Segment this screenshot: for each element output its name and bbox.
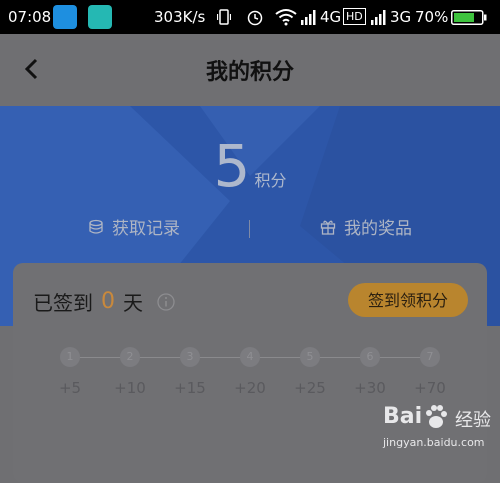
signin-status: 已签到 0 天: [33, 287, 175, 316]
alarm-clock-icon: [247, 10, 263, 26]
signin-prefix: 已签到: [33, 291, 93, 315]
signin-steps: 1 +5 2 +10 3 +15 4 +20 5 +25 6 +30 7 +70: [13, 347, 487, 407]
watermark-logo-text: Bai: [383, 404, 423, 429]
step-item: 5 +25: [290, 347, 330, 397]
alarm-app-icon: [53, 5, 77, 29]
step-day: 2: [120, 347, 140, 367]
page-title: 我的积分: [205, 60, 294, 85]
step-reward: +30: [354, 379, 386, 397]
coins-icon: [89, 219, 103, 234]
step-item: 3 +15: [170, 347, 210, 397]
step-reward: +20: [234, 379, 266, 397]
network-type-3g: 3G: [390, 8, 412, 26]
step-item: 2 +10: [110, 347, 150, 397]
signal-icon: [371, 10, 386, 25]
scan-app-icon: [88, 5, 112, 29]
wifi-icon: [275, 9, 297, 26]
step-reward: +10: [114, 379, 146, 397]
watermark-sub-text: 经验: [455, 410, 491, 431]
signin-suffix: 天: [123, 291, 143, 315]
record-link-label: 获取记录: [112, 219, 180, 239]
vibrate-icon: [217, 9, 231, 25]
step-reward: +70: [414, 379, 446, 397]
step-item: 6 +30: [350, 347, 390, 397]
signin-days: 0: [101, 289, 115, 314]
prize-link[interactable]: 我的奖品: [320, 214, 412, 239]
baidu-watermark: Bai 经验 jingyan.baidu.com: [383, 404, 493, 456]
battery-percent: 70%: [415, 8, 449, 26]
step-item: 1 +5: [50, 347, 90, 397]
battery-icon: [451, 10, 487, 25]
step-day: 1: [60, 347, 80, 367]
links-divider: [249, 220, 250, 238]
step-reward: +5: [58, 379, 82, 397]
points-value: 5: [213, 132, 251, 200]
step-reward: +25: [294, 379, 326, 397]
paw-icon: [426, 405, 447, 428]
step-reward: +15: [174, 379, 206, 397]
step-day: 5: [300, 347, 320, 367]
network-speed: 303K/s: [154, 8, 206, 26]
hd-badge: HD: [343, 8, 366, 25]
step-item: 4 +20: [230, 347, 270, 397]
points-display: 5 积分: [0, 134, 500, 213]
step-item: 7 +70: [410, 347, 450, 397]
info-icon[interactable]: [157, 292, 175, 311]
watermark-url: jingyan.baidu.com: [383, 436, 485, 449]
points-unit: 积分: [254, 171, 287, 190]
nav-bar: 我的积分: [0, 34, 500, 104]
prize-link-label: 我的奖品: [344, 219, 412, 239]
step-day: 6: [360, 347, 380, 367]
step-day: 3: [180, 347, 200, 367]
status-bar: 07:08 303K/s 4G HD 3G 70%: [0, 0, 500, 34]
record-link[interactable]: 获取记录: [88, 214, 180, 239]
gift-icon: [320, 220, 336, 235]
status-time: 07:08: [8, 8, 52, 26]
signin-button[interactable]: 签到领积分: [348, 283, 468, 317]
hero-links: 获取记录 我的奖品: [0, 214, 500, 242]
step-day: 4: [240, 347, 260, 367]
network-type-4g: 4G: [320, 8, 342, 26]
step-day: 7: [420, 347, 440, 367]
signal-icon: [301, 10, 316, 25]
